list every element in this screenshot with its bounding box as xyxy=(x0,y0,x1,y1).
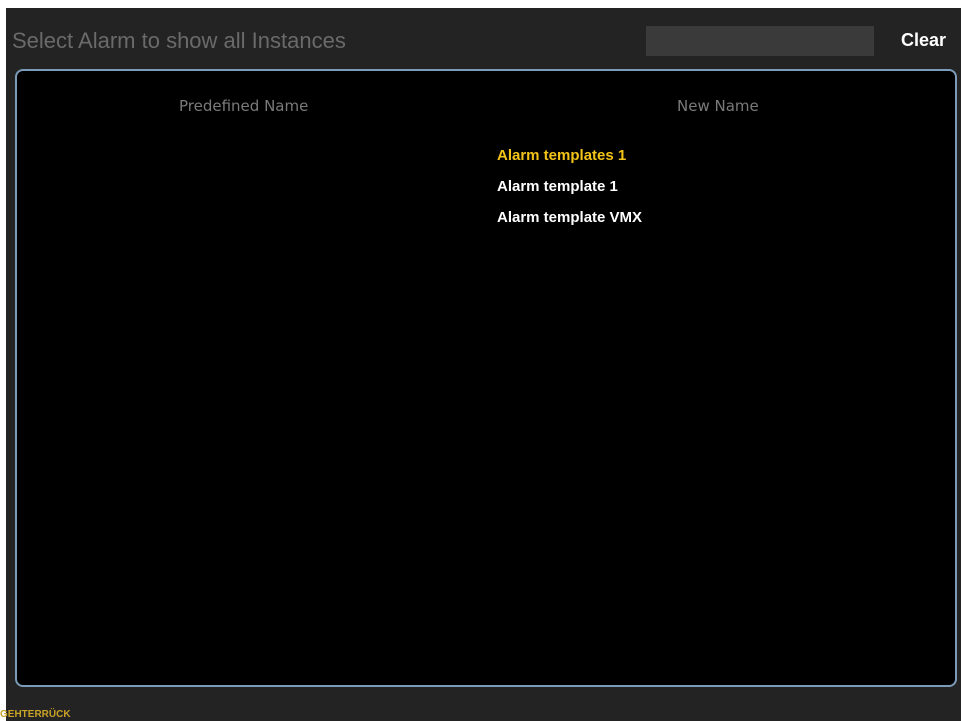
column-header-new-name: New Name xyxy=(677,97,759,115)
clear-button[interactable]: Clear xyxy=(901,30,946,51)
alarm-row-selected[interactable]: Alarm templates 1 xyxy=(497,147,642,178)
column-header-predefined-name: Predefined Name xyxy=(179,97,309,115)
alarm-list[interactable]: Predefined Name New Name Alarm templates… xyxy=(15,69,957,687)
alarm-row[interactable]: Alarm template VMX xyxy=(497,209,642,240)
footer-label: GEHTERRÜCK xyxy=(0,709,71,720)
alarm-rows: Alarm templates 1 Alarm template 1 Alarm… xyxy=(497,147,642,240)
search-input[interactable] xyxy=(646,26,874,56)
alarm-selection-panel: Select Alarm to show all Instances Clear… xyxy=(6,8,961,721)
alarm-row[interactable]: Alarm template 1 xyxy=(497,178,642,209)
panel-title: Select Alarm to show all Instances xyxy=(12,28,346,53)
